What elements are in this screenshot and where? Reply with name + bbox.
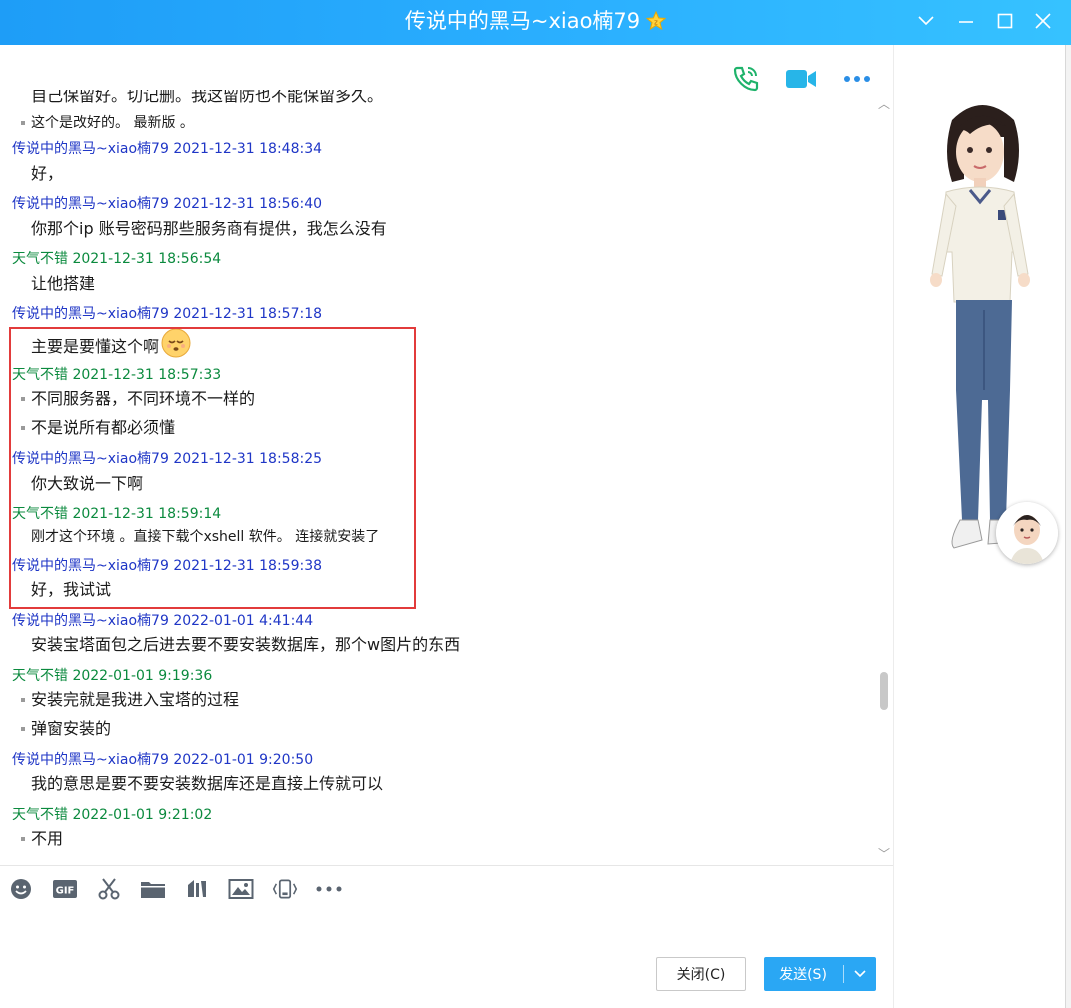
message-text: 让他搭建 [31,273,95,295]
message-bullet [21,727,25,731]
music-icon[interactable] [184,876,210,902]
sender-name[interactable]: 天气不错 [12,668,68,684]
input-divider [0,865,893,866]
emoji-icon[interactable] [8,876,34,902]
message-bullet [21,698,25,702]
message-scrollbar[interactable]: ︿ ﹀ [877,97,891,861]
svg-text:z: z [654,19,658,27]
title-bar: 传说中的黑马~xiao楠79 z [0,0,1071,45]
shake-icon[interactable] [272,876,298,902]
send-options-chevron-icon[interactable] [844,957,876,991]
send-button[interactable]: 发送(S) [764,957,876,991]
message-bullet [21,837,25,841]
message-body: 弹窗安装的 [31,719,112,738]
maximize-button[interactable] [990,7,1020,35]
message-body: 好， [31,164,64,183]
message-body: 你那个ip 账号密码那些服务商有提供，我怎么没有 [31,219,387,238]
message-body: 我的意思是要不要安装数据库还是直接上传就可以 [31,774,384,793]
sender-name[interactable]: 传说中的黑马~xiao楠79 [12,306,169,322]
message-sender-line[interactable]: 天气不错 2022-01-01 9:21:02 [12,806,212,824]
message-text: 安装宝塔面包之后进去要不要安装数据库，那个w图片的东西 [31,634,460,656]
close-button-label: 关闭(C) [676,967,726,983]
sender-name[interactable]: 天气不错 [12,251,68,267]
close-window-button[interactable] [1028,7,1058,35]
message-body: 安装完就是我进入宝塔的过程 [31,690,240,709]
message-body: 这个是改好的。 最新版 。 [31,115,194,131]
sender-name[interactable]: 传说中的黑马~xiao楠79 [12,196,169,212]
dropdown-chevron-icon[interactable] [911,7,941,35]
message-timestamp: 2022-01-01 9:19:36 [72,668,213,684]
send-button-label: 发送(S) [779,967,827,983]
message-timestamp: 2022-01-01 9:21:02 [72,807,213,823]
message-sender-line[interactable]: 天气不错 2021-12-31 18:56:54 [12,250,221,268]
message-timestamp: 2021-12-31 18:57:18 [173,306,323,322]
message-bullet [21,121,25,125]
message-text: 好， [31,163,63,185]
message-text: 自己保留好。切记删。我这留防也不能保留多久。 [31,90,383,107]
image-icon[interactable] [228,876,254,902]
message-timestamp: 2021-12-31 18:56:40 [173,196,323,212]
sender-name[interactable]: 传说中的黑马~xiao楠79 [12,613,169,629]
sender-name[interactable]: 传说中的黑马~xiao楠79 [12,752,169,768]
panel-edge [1065,45,1071,1008]
message-sender-line[interactable]: 传说中的黑马~xiao楠79 2022-01-01 4:41:44 [12,612,313,630]
vip-star-icon: z [645,10,667,31]
message-timestamp: 2022-01-01 9:20:50 [173,752,314,768]
message-text: 我的意思是要不要安装数据库还是直接上传就可以 [31,773,383,795]
scroll-down-icon[interactable]: ﹀ [877,847,891,861]
highlight-box [9,327,416,609]
gif-icon[interactable]: GIF [52,876,78,902]
scroll-up-icon[interactable]: ︿ [877,97,891,111]
scroll-thumb[interactable] [880,672,888,710]
message-text: 弹窗安装的 [21,718,112,740]
folder-icon[interactable] [140,876,166,902]
message-body: 安装宝塔面包之后进去要不要安装数据库，那个w图片的东西 [31,635,461,654]
message-text: 安装完就是我进入宝塔的过程 [21,689,240,711]
message-sender-line[interactable]: 传说中的黑马~xiao楠79 2021-12-31 18:48:34 [12,140,322,158]
sender-name[interactable]: 天气不错 [12,807,68,823]
message-sender-line[interactable]: 天气不错 2022-01-01 9:19:36 [12,667,212,685]
message-body: 自己保留好。切记删。我这留防也不能保留多久。 [31,90,384,105]
message-timestamp: 2022-01-01 4:41:44 [173,613,314,629]
window-title: 传说中的黑马~xiao楠79 [404,9,641,33]
message-text: 不用 [21,828,64,850]
message-sender-line[interactable]: 传说中的黑马~xiao楠79 2021-12-31 18:56:40 [12,195,322,213]
boy-avatar[interactable] [996,502,1058,564]
sender-name[interactable]: 传说中的黑马~xiao楠79 [12,141,169,157]
input-toolbar: GIF [8,875,342,903]
message-text: 这个是改好的。 最新版 。 [21,112,194,134]
minimize-button[interactable] [951,7,981,35]
message-body: 不用 [31,829,64,848]
message-timestamp: 2021-12-31 18:48:34 [173,141,323,157]
message-sender-line[interactable]: 传说中的黑马~xiao楠79 2022-01-01 9:20:50 [12,751,313,769]
message-timestamp: 2021-12-31 18:56:54 [72,251,222,267]
svg-text:GIF: GIF [56,886,75,897]
message-sender-line[interactable]: 传说中的黑马~xiao楠79 2021-12-31 18:57:18 [12,305,322,323]
toolbar-more-icon[interactable] [316,876,342,902]
scissors-icon[interactable] [96,876,122,902]
message-body: 让他搭建 [31,274,96,293]
message-text: 你那个ip 账号密码那些服务商有提供，我怎么没有 [31,218,387,240]
close-chat-button[interactable]: 关闭(C) [656,957,746,991]
